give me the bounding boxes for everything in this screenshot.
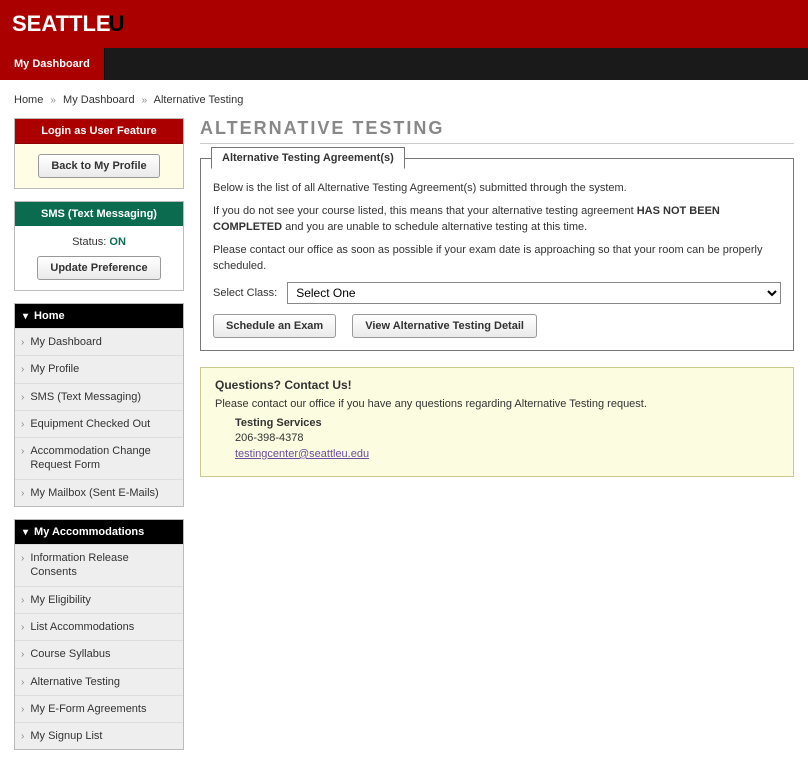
chevron-right-icon: › — [21, 552, 24, 565]
contact-phone: 206-398-4378 — [235, 431, 779, 446]
contact-title: Questions? Contact Us! — [215, 378, 779, 392]
breadcrumb-my-dashboard[interactable]: My Dashboard — [63, 94, 135, 106]
contact-box: Questions? Contact Us! Please contact ou… — [200, 367, 794, 477]
nav-accommodations-header[interactable]: ▾ My Accommodations — [15, 520, 183, 544]
chevron-right-icon: › — [21, 336, 24, 349]
select-class-dropdown[interactable]: Select One — [287, 282, 781, 304]
login-feature-box: Login as User Feature Back to My Profile — [14, 118, 184, 189]
sidebar-item-equipment[interactable]: › Equipment Checked Out — [15, 410, 183, 437]
sidebar-item-label: Accommodation Change Request Form — [30, 444, 175, 473]
sms-status: Status: ON — [25, 236, 173, 248]
logo-text-u: U — [109, 11, 125, 36]
breadcrumb-home[interactable]: Home — [14, 94, 43, 106]
sms-box: SMS (Text Messaging) Status: ON Update P… — [14, 201, 184, 291]
chevron-right-icon: » — [50, 95, 56, 106]
chevron-right-icon: › — [21, 363, 24, 376]
panel-text-2a: If you do not see your course listed, th… — [213, 205, 637, 217]
chevron-right-icon: › — [21, 594, 24, 607]
sidebar-item-eligibility[interactable]: › My Eligibility — [15, 586, 183, 613]
nav-accommodations: ▾ My Accommodations › Information Release… — [14, 519, 184, 750]
sidebar-item-label: My Eligibility — [30, 593, 91, 607]
chevron-right-icon: › — [21, 418, 24, 431]
chevron-right-icon: › — [21, 703, 24, 716]
sms-status-value: ON — [109, 236, 126, 248]
chevron-right-icon: › — [21, 676, 24, 689]
chevron-right-icon: » — [142, 95, 148, 106]
sidebar-item-label: Information Release Consents — [30, 551, 175, 580]
sidebar-item-accom-change[interactable]: › Accommodation Change Request Form — [15, 437, 183, 479]
chevron-down-icon: ▾ — [23, 311, 28, 322]
sidebar-item-syllabus[interactable]: › Course Syllabus — [15, 640, 183, 667]
back-to-profile-button[interactable]: Back to My Profile — [38, 154, 159, 178]
chevron-right-icon: › — [21, 621, 24, 634]
sidebar-item-label: Course Syllabus — [30, 647, 110, 661]
sms-status-label: Status: — [72, 236, 109, 248]
chevron-right-icon: › — [21, 445, 24, 458]
panel-text-2: If you do not see your course listed, th… — [213, 204, 781, 235]
nav-home: ▾ Home › My Dashboard › My Profile › SMS (T… — [14, 303, 184, 507]
tab-my-dashboard[interactable]: My Dashboard — [0, 48, 105, 80]
sidebar-item-label: Alternative Testing — [30, 675, 120, 689]
sidebar-item-signup[interactable]: › My Signup List — [15, 722, 183, 749]
contact-email-link[interactable]: testingcenter@seattleu.edu — [235, 448, 369, 460]
agreements-panel-tab: Alternative Testing Agreement(s) — [211, 147, 405, 169]
agreements-panel: Alternative Testing Agreement(s) Below i… — [200, 158, 794, 351]
sidebar-item-alt-testing[interactable]: › Alternative Testing — [15, 668, 183, 695]
sidebar-item-mailbox[interactable]: › My Mailbox (Sent E-Mails) — [15, 479, 183, 506]
contact-text: Please contact our office if you have an… — [215, 398, 779, 410]
chevron-right-icon: › — [21, 730, 24, 743]
sidebar-item-my-profile[interactable]: › My Profile — [15, 355, 183, 382]
sidebar-item-label: My Dashboard — [30, 335, 102, 349]
logo: SEATTLEU — [12, 11, 124, 37]
sidebar-item-label: My Mailbox (Sent E-Mails) — [30, 486, 158, 500]
sidebar-item-label: My Profile — [30, 362, 79, 376]
nav-home-header[interactable]: ▾ Home — [15, 304, 183, 328]
chevron-down-icon: ▾ — [23, 527, 28, 538]
nav-accommodations-title: My Accommodations — [34, 526, 144, 538]
sidebar-item-label: My E-Form Agreements — [30, 702, 146, 716]
sidebar-item-info-release[interactable]: › Information Release Consents — [15, 544, 183, 586]
sidebar-item-label: List Accommodations — [30, 620, 134, 634]
sidebar-item-label: Equipment Checked Out — [30, 417, 150, 431]
top-nav: My Dashboard — [0, 48, 808, 80]
nav-home-title: Home — [34, 310, 65, 322]
schedule-exam-button[interactable]: Schedule an Exam — [213, 314, 336, 338]
sms-box-title: SMS (Text Messaging) — [15, 202, 183, 226]
sidebar-item-label: SMS (Text Messaging) — [30, 390, 141, 404]
select-class-label: Select Class: — [213, 287, 277, 299]
brand-header: SEATTLEU — [0, 0, 808, 48]
panel-text-1: Below is the list of all Alternative Tes… — [213, 181, 781, 196]
sidebar-item-label: My Signup List — [30, 729, 102, 743]
breadcrumb: Home » My Dashboard » Alternative Testin… — [14, 88, 794, 118]
sidebar-item-my-dashboard[interactable]: › My Dashboard — [15, 328, 183, 355]
page-title: ALTERNATIVE TESTING — [200, 118, 794, 144]
contact-dept: Testing Services — [235, 416, 779, 431]
sidebar-item-eform[interactable]: › My E-Form Agreements — [15, 695, 183, 722]
panel-text-3: Please contact our office as soon as pos… — [213, 243, 781, 274]
chevron-right-icon: › — [21, 487, 24, 500]
chevron-right-icon: › — [21, 391, 24, 404]
view-detail-button[interactable]: View Alternative Testing Detail — [352, 314, 537, 338]
breadcrumb-current: Alternative Testing — [154, 94, 244, 106]
login-feature-title: Login as User Feature — [15, 119, 183, 144]
chevron-right-icon: › — [21, 648, 24, 661]
update-preference-button[interactable]: Update Preference — [37, 256, 160, 280]
sidebar-item-list-accom[interactable]: › List Accommodations — [15, 613, 183, 640]
sidebar-item-sms[interactable]: › SMS (Text Messaging) — [15, 383, 183, 410]
panel-text-2c: and you are unable to schedule alternati… — [282, 221, 587, 233]
logo-text: SEATTLE — [12, 11, 111, 36]
